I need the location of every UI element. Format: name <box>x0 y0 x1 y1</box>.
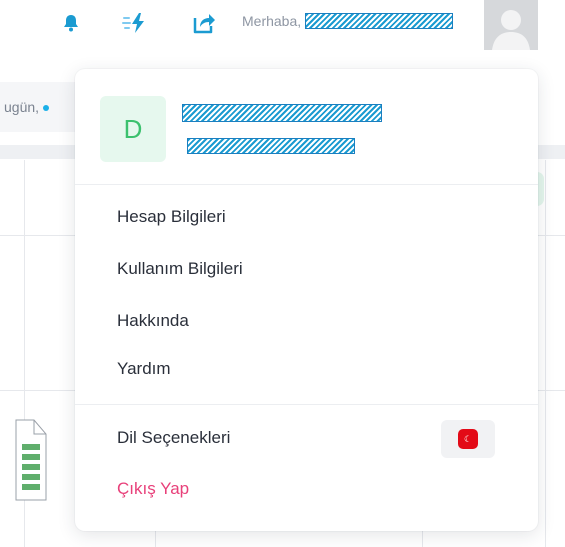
redacted-username <box>305 13 454 29</box>
info-dot-icon <box>43 105 50 112</box>
spreadsheet-document-icon <box>12 418 48 502</box>
turkey-flag-icon: ☾ <box>458 429 478 449</box>
menu-item-about[interactable]: Hakkında <box>117 311 189 331</box>
user-initial-avatar: D <box>100 96 166 162</box>
menu-item-usage-info[interactable]: Kullanım Bilgileri <box>117 259 243 279</box>
menu-item-language-options[interactable]: Dil Seçenekleri <box>117 428 230 448</box>
background-column-line <box>545 160 546 547</box>
user-avatar-icon[interactable] <box>484 0 538 50</box>
background-search-text: ugün, <box>4 99 40 115</box>
top-bar: Merhaba, <box>0 0 565 64</box>
greeting: Merhaba, <box>242 13 454 29</box>
bell-icon[interactable] <box>58 10 84 36</box>
logout-button[interactable]: Çıkış Yap <box>117 479 189 499</box>
user-dropdown-menu: D Hesap Bilgileri Kullanım Bilgileri Hak… <box>75 69 538 531</box>
redacted-user-email <box>187 138 355 159</box>
greeting-text: Merhaba, <box>242 13 302 29</box>
menu-divider <box>75 404 538 405</box>
language-select-button[interactable]: ☾ <box>441 420 495 458</box>
menu-item-account-info[interactable]: Hesap Bilgileri <box>117 207 226 227</box>
share-icon[interactable] <box>191 10 217 36</box>
menu-item-help[interactable]: Yardım <box>117 359 171 379</box>
flash-icon[interactable] <box>122 10 148 36</box>
user-info-header: D <box>75 69 538 185</box>
redacted-user-name <box>182 104 382 127</box>
